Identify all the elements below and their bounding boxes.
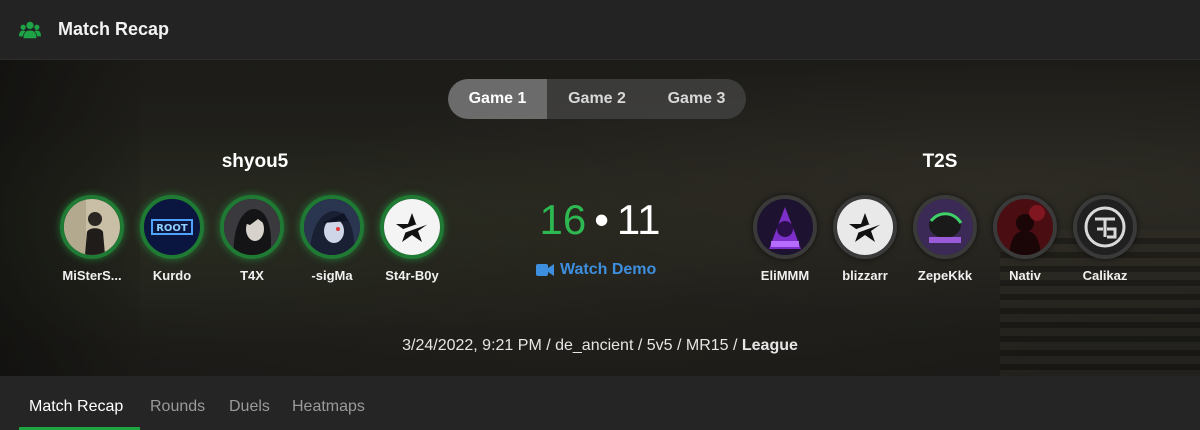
avatar[interactable] (833, 195, 897, 259)
tab-rounds[interactable]: Rounds (150, 398, 205, 416)
watch-demo-link[interactable]: Watch Demo (536, 261, 656, 279)
avatar[interactable]: ROOT (140, 195, 204, 259)
avatar[interactable] (380, 195, 444, 259)
tab-duels[interactable]: Duels (229, 398, 270, 416)
watch-demo-label: Watch Demo (560, 261, 657, 278)
player-name[interactable]: ZepeKkk (905, 268, 985, 283)
player-card[interactable]: EliMMM (745, 195, 825, 283)
match-meta-text: 3/24/2022, 9:21 PM / de_ancient / 5v5 / … (402, 337, 742, 354)
player-name[interactable]: -sigMa (292, 268, 372, 283)
player-name[interactable]: EliMMM (745, 268, 825, 283)
match-mode: League (741, 337, 798, 354)
tab-game-2[interactable]: Game 2 (547, 79, 647, 119)
avatar[interactable] (220, 195, 284, 259)
avatar[interactable] (60, 195, 124, 259)
match-hero: Game 1 Game 2 Game 3 shyou5 MiSterS... R… (0, 60, 1200, 376)
player-card[interactable]: blizzarr (825, 195, 905, 283)
player-name[interactable]: T4X (212, 268, 292, 283)
avatar[interactable] (913, 195, 977, 259)
video-camera-icon (536, 264, 554, 276)
score-right: 11 (616, 196, 661, 243)
player-name[interactable]: St4r-B0y (372, 268, 452, 283)
tab-game-3[interactable]: Game 3 (647, 79, 746, 119)
users-icon (19, 21, 41, 38)
game-tabs: Game 1 Game 2 Game 3 (448, 79, 746, 119)
team-left-players: MiSterS... ROOT Kurdo T4X -sigMa St4r-B0… (52, 195, 452, 283)
tab-game-1[interactable]: Game 1 (448, 79, 547, 119)
tab-heatmaps[interactable]: Heatmaps (292, 398, 365, 416)
score-separator: • (594, 196, 609, 243)
player-card[interactable]: ZepeKkk (905, 195, 985, 283)
avatar[interactable] (300, 195, 364, 259)
player-name[interactable]: Kurdo (132, 268, 212, 283)
svg-text:ROOT: ROOT (156, 223, 188, 234)
player-card[interactable]: Nativ (985, 195, 1065, 283)
player-card[interactable]: -sigMa (292, 195, 372, 283)
player-card[interactable]: St4r-B0y (372, 195, 452, 283)
player-card[interactable]: MiSterS... (52, 195, 132, 283)
recap-subtabs: Match Recap Rounds Duels Heatmaps (0, 376, 1200, 430)
team-right-players: EliMMM blizzarr ZepeKkk Nativ Calikaz (745, 195, 1145, 283)
page-title: Match Recap (58, 19, 170, 39)
avatar[interactable] (753, 195, 817, 259)
avatar[interactable] (993, 195, 1057, 259)
match-meta: 3/24/2022, 9:21 PM / de_ancient / 5v5 / … (0, 337, 1200, 355)
player-card[interactable]: T4X (212, 195, 292, 283)
avatar[interactable] (1073, 195, 1137, 259)
team-right-name[interactable]: T2S (890, 151, 990, 173)
player-name[interactable]: blizzarr (825, 268, 905, 283)
match-score: 16 • 11 (500, 196, 700, 244)
score-left: 16 (539, 196, 587, 243)
top-bar: Match Recap (0, 0, 1200, 60)
player-card[interactable]: Calikaz (1065, 195, 1145, 283)
player-card[interactable]: ROOT Kurdo (132, 195, 212, 283)
tab-match-recap[interactable]: Match Recap (29, 398, 123, 416)
player-name[interactable]: Nativ (985, 268, 1065, 283)
team-left-name[interactable]: shyou5 (200, 151, 310, 173)
player-name[interactable]: MiSterS... (52, 268, 132, 283)
player-name[interactable]: Calikaz (1065, 268, 1145, 283)
